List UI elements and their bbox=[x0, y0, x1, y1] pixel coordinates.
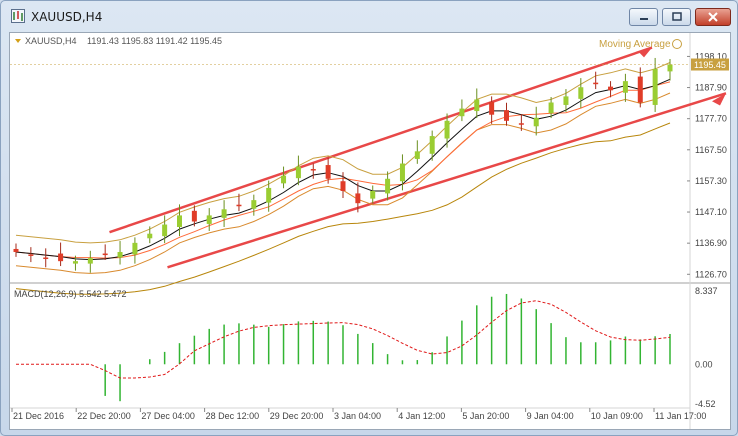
candle-bull bbox=[563, 96, 569, 105]
candle-bull bbox=[429, 136, 435, 154]
candle-bull bbox=[652, 68, 658, 105]
indicator-label: Moving Average bbox=[599, 39, 671, 50]
candle-bear bbox=[340, 181, 346, 191]
candle-bull bbox=[177, 215, 182, 227]
candle-bear bbox=[608, 86, 614, 91]
time-tick-label: 11 Jan 17:00 bbox=[655, 411, 706, 421]
candle-bear bbox=[355, 193, 361, 204]
candle-bear bbox=[43, 257, 49, 260]
candle-bear bbox=[58, 253, 64, 262]
candle-bull bbox=[385, 178, 391, 194]
candle-bull bbox=[474, 99, 480, 112]
candle-bear bbox=[310, 169, 316, 171]
title-bar[interactable]: XAUUSD,H4 bbox=[1, 1, 737, 31]
candle-bear bbox=[593, 82, 599, 85]
candle-bull bbox=[548, 102, 554, 114]
candle-bull bbox=[132, 242, 138, 255]
candle-bear bbox=[518, 123, 524, 125]
header-dropdown-icon bbox=[15, 39, 21, 43]
candle-bull bbox=[72, 261, 78, 264]
time-tick-label: 10 Jan 09:00 bbox=[591, 411, 643, 421]
time-tick-label: 4 Jan 12:00 bbox=[398, 411, 445, 421]
candle-bull bbox=[444, 120, 450, 139]
time-tick-label: 27 Dec 04:00 bbox=[141, 411, 195, 421]
candle-bull bbox=[622, 81, 628, 93]
time-tick-label: 9 Jan 04:00 bbox=[527, 411, 574, 421]
candle-bull bbox=[206, 215, 212, 224]
chart-window: XAUUSD,H4 1198.10 1187.90 1177.70 1167.50 11… bbox=[0, 0, 738, 436]
candle-bull bbox=[251, 200, 257, 209]
candle-bull bbox=[147, 233, 153, 239]
time-tick-label: 5 Jan 20:00 bbox=[462, 411, 509, 421]
time-tick-label: 22 Dec 20:00 bbox=[77, 411, 131, 421]
candle-bull bbox=[667, 64, 673, 72]
candle-bull bbox=[578, 87, 584, 99]
indicator-settings-icon bbox=[672, 39, 682, 49]
candle-bear bbox=[13, 248, 19, 253]
candle-bull bbox=[533, 117, 539, 127]
candle-bull bbox=[399, 163, 405, 182]
price-tick-label: 1177.70 bbox=[695, 114, 727, 124]
candle-bull bbox=[281, 175, 287, 184]
candle-bull bbox=[459, 108, 465, 117]
price-tick-label: 1147.10 bbox=[695, 207, 727, 217]
time-tick-label: 3 Jan 04:00 bbox=[334, 411, 381, 421]
price-tick-label: 1187.90 bbox=[695, 83, 727, 93]
chart-area[interactable]: 1198.10 1187.90 1177.70 1167.50 1157.30 1147.… bbox=[9, 32, 731, 430]
price-tick-label: 1157.30 bbox=[695, 176, 727, 186]
minimize-icon bbox=[639, 18, 648, 20]
candle-bull bbox=[295, 166, 301, 179]
candle-bear bbox=[504, 110, 509, 121]
slow-envelope-line bbox=[15, 122, 671, 295]
macd-tick-label: 0.00 bbox=[695, 359, 713, 369]
maximize-button[interactable] bbox=[662, 8, 691, 26]
price-chart[interactable]: 1198.101187.901177.701167.501157.301147.… bbox=[10, 33, 730, 429]
macd-label: MACD(12,26,9) 5.542 5.472 bbox=[14, 289, 127, 299]
price-tick-label: 1136.90 bbox=[695, 238, 727, 248]
candle-bull bbox=[162, 224, 168, 237]
close-button[interactable] bbox=[695, 8, 731, 26]
chart-app-icon bbox=[11, 9, 25, 23]
current-price-label: 1195.45 bbox=[694, 60, 726, 70]
candle-bull bbox=[370, 190, 376, 199]
time-tick-label: 28 Dec 12:00 bbox=[206, 411, 260, 421]
candle-bull bbox=[87, 258, 93, 264]
candle-bear bbox=[637, 76, 643, 103]
candle-bear bbox=[102, 253, 108, 256]
chart-symbol-label: XAUUSD,H4 bbox=[25, 36, 77, 46]
candle-bull bbox=[414, 151, 420, 159]
candle-bear bbox=[191, 210, 197, 222]
macd-tick-label: 8.337 bbox=[695, 286, 718, 296]
price-tick-label: 1126.70 bbox=[695, 269, 727, 279]
candle-bear bbox=[236, 204, 242, 207]
time-tick-label: 29 Dec 20:00 bbox=[270, 411, 324, 421]
candle-bear bbox=[325, 165, 331, 179]
maximize-icon bbox=[671, 12, 682, 21]
candle-bull bbox=[117, 252, 123, 258]
minimize-button[interactable] bbox=[629, 8, 658, 26]
window-title: XAUUSD,H4 bbox=[31, 10, 103, 24]
candle-bull bbox=[266, 187, 272, 203]
time-tick-label: 21 Dec 2016 bbox=[13, 411, 64, 421]
price-tick-label: 1167.50 bbox=[695, 145, 727, 155]
chart-ohlc-values: 1191.43 1195.83 1191.42 1195.45 bbox=[87, 36, 222, 46]
moving-average-line bbox=[15, 78, 671, 261]
candle-bear bbox=[28, 254, 34, 256]
candle-bull bbox=[221, 209, 227, 218]
close-icon bbox=[708, 12, 718, 22]
candle-bear bbox=[489, 101, 495, 115]
macd-tick-label: -4.52 bbox=[695, 399, 716, 409]
